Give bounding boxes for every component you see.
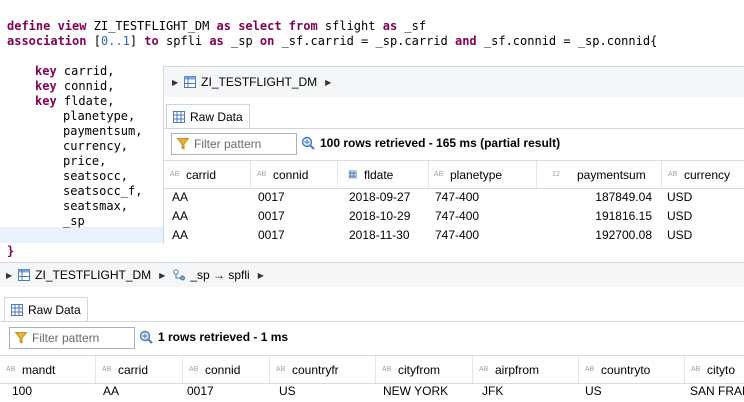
query-icon [301, 136, 315, 150]
text-type-icon: AB [102, 366, 112, 373]
code-text: sflight [317, 19, 383, 33]
triangle-right-icon: ▶ [172, 77, 179, 87]
breadcrumb[interactable]: ▶ ZI_TESTFLIGHT_DM ▶ [170, 71, 339, 93]
code-text: _sf.connid = _sp.connid{ [476, 34, 658, 48]
column-header[interactable]: AB airpfrom [473, 356, 579, 383]
table-row[interactable]: AA 0017 2018-09-27 747-400 187849.04 USD [164, 187, 744, 206]
filter-placeholder: Filter pattern [194, 137, 262, 151]
tab-label: Raw Data [190, 110, 243, 124]
filter-icon [177, 138, 189, 150]
table-row[interactable]: 100 AA 0017 US NEW YORK JFK US SAN FRANC… [0, 381, 744, 400]
column-header[interactable]: AB planetype [428, 161, 537, 188]
grid-icon [11, 304, 23, 316]
column-header[interactable]: AB cityfrom [376, 356, 473, 383]
column-header[interactable]: AB currency [662, 161, 744, 188]
breadcrumb[interactable]: ▶ ZI_TESTFLIGHT_DM ▶ _sp → spfli ▶ [4, 264, 272, 286]
triangle-right-icon: ▶ [159, 270, 166, 280]
text-type-icon: AB [585, 366, 595, 373]
filter-placeholder: Filter pattern [32, 331, 100, 345]
code-text: [ [86, 34, 101, 48]
column-header[interactable]: AB carrid [96, 356, 183, 383]
text-type-icon: AB [382, 366, 392, 373]
text-type-icon: AB [276, 366, 286, 373]
code-text: _sf [397, 19, 427, 33]
table-row[interactable]: AA 0017 2018-10-29 747-400 191816.15 USD [164, 206, 744, 225]
code-field-line: price, [63, 154, 107, 168]
text-type-icon: AB [170, 171, 180, 178]
code-field-line: paymentsum, [63, 124, 143, 138]
keyword: define view [7, 19, 87, 33]
column-header[interactable]: AB connid [251, 161, 338, 188]
code-line-1: define view ZI_TESTFLIGHT_DM as select f… [7, 19, 426, 34]
keyword: to [144, 34, 159, 48]
breadcrumb-label: ZI_TESTFLIGHT_DM [201, 75, 318, 89]
tab-raw-data[interactable]: Raw Data [166, 104, 250, 129]
cardinality: 0..1 [100, 34, 130, 48]
column-header[interactable]: AB countryto [579, 356, 685, 383]
keyword: as [209, 34, 224, 48]
code-text: ] [129, 34, 145, 48]
top-data-preview-panel: ▶ ZI_TESTFLIGHT_DM ▶ Raw Data Filter pat… [163, 66, 744, 244]
column-header[interactable]: 12 paymentsum [537, 161, 662, 188]
code-text: ZI_TESTFLIGHT_DM [86, 19, 217, 33]
code-key-line: key carrid, [35, 64, 115, 78]
triangle-right-icon: ▶ [325, 77, 332, 87]
code-text: _sp [223, 34, 260, 48]
filter-input[interactable]: Filter pattern [9, 327, 135, 349]
text-type-icon: AB [434, 171, 444, 178]
text-type-icon: AB [189, 366, 199, 373]
bottom-data-preview-panel: ▶ ZI_TESTFLIGHT_DM ▶ _sp → spfli ▶ Raw D… [0, 262, 744, 401]
text-type-icon: AB [257, 171, 267, 178]
code-field-line: currency, [63, 139, 129, 153]
table-icon [18, 269, 31, 281]
code-key-line: key connid, [35, 79, 115, 93]
current-line-highlight [0, 227, 170, 243]
keyword: as select from [216, 19, 318, 33]
text-type-icon: AB [691, 366, 701, 373]
text-type-icon: AB [479, 366, 489, 373]
code-field-line: planetype, [63, 109, 136, 123]
breadcrumb-label: ZI_TESTFLIGHT_DM [35, 268, 152, 282]
association-icon [173, 269, 186, 281]
tab-raw-data[interactable]: Raw Data [4, 297, 88, 322]
column-header[interactable]: AB connid [183, 356, 270, 383]
code-field-line: seatsocc, [63, 169, 129, 183]
filter-input[interactable]: Filter pattern [171, 133, 297, 155]
code-field-line: seatsocc_f, [63, 184, 143, 198]
code-line-2: association [0..1] to spfli as _sp on _s… [7, 34, 657, 49]
code-field-line: _sp [63, 214, 85, 228]
closing-brace: } [7, 244, 15, 258]
grid-icon [173, 111, 185, 123]
text-type-icon: AB [6, 366, 16, 373]
column-header[interactable]: AB countryfr [270, 356, 376, 383]
keyword: on [259, 34, 275, 48]
column-header[interactable]: AB carrid [164, 161, 251, 188]
keyword: and [454, 34, 477, 48]
query-icon [139, 330, 153, 344]
text-type-icon: AB [668, 171, 678, 178]
column-header[interactable]: ▦ fldate [342, 161, 429, 188]
breadcrumb-label: _sp → spfli [190, 268, 250, 282]
code-key-line: key fldate, [35, 94, 115, 108]
keyword: as [382, 19, 398, 33]
table-header: AB mandt AB carrid AB connid AB countryfr AB… [0, 355, 744, 384]
column-header[interactable]: AB cityto [685, 356, 744, 383]
column-header[interactable]: AB mandt [0, 356, 96, 383]
triangle-right-icon: ▶ [6, 270, 13, 280]
number-type-icon: 12 [552, 171, 560, 178]
table-header: AB carrid AB connid ▦ fldate AB planetype 12… [164, 160, 744, 189]
filter-icon [15, 332, 27, 344]
status-text: 100 rows retrieved - 165 ms (partial res… [301, 133, 560, 153]
table-row[interactable]: AA 0017 2018-11-30 747-400 192700.08 USD [164, 225, 744, 244]
table-icon [184, 76, 197, 88]
keyword: association [7, 34, 87, 48]
tab-label: Raw Data [28, 303, 81, 317]
calendar-icon: ▦ [348, 169, 358, 180]
code-text: spfli [158, 34, 210, 48]
status-text: 1 rows retrieved - 1 ms [139, 327, 288, 347]
code-text: _sf.carrid = _sp.carrid [274, 34, 455, 48]
code-field-line: seatsmax, [63, 199, 129, 213]
triangle-right-icon: ▶ [257, 270, 264, 280]
